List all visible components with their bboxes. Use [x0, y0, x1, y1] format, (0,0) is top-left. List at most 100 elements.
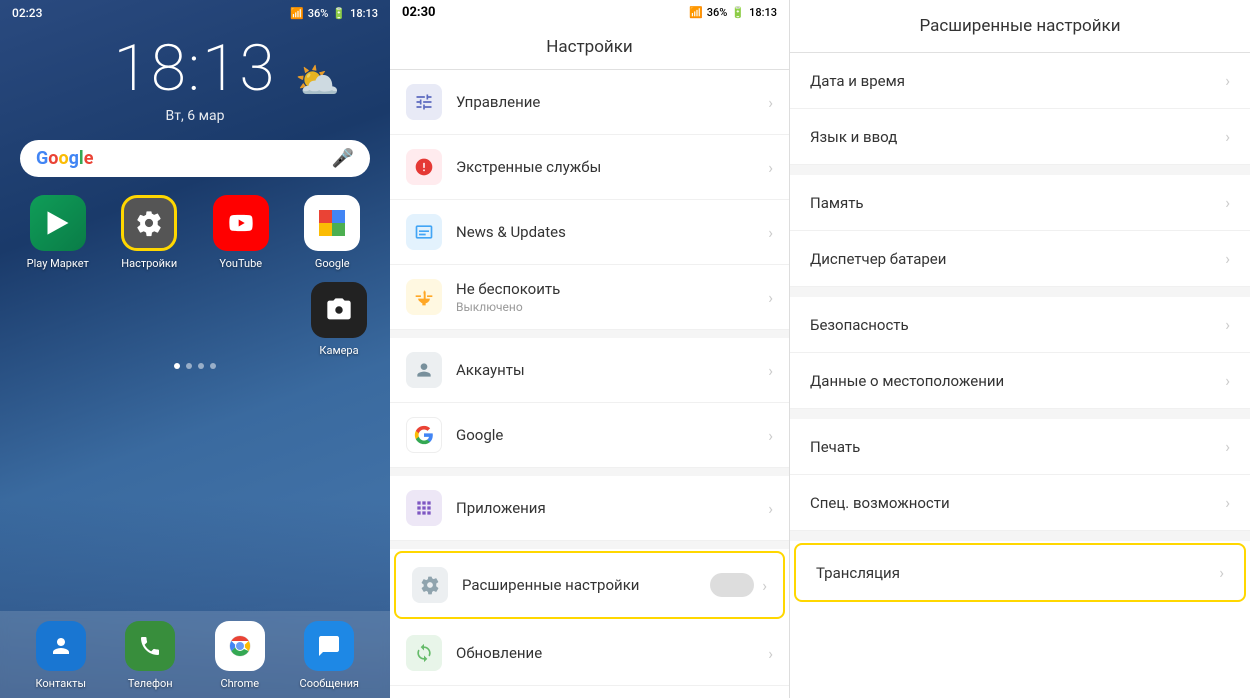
- settings-item-updates[interactable]: Обновление ›: [390, 621, 789, 686]
- updates-chevron: ›: [768, 644, 773, 663]
- dock-messages[interactable]: Сообщения: [285, 621, 375, 690]
- settings-item-dnd[interactable]: Не беспокоить Выключено ›: [390, 265, 789, 330]
- settings-item-accounts[interactable]: Аккаунты ›: [390, 338, 789, 403]
- accessibility-title: Спец. возможности: [810, 494, 950, 512]
- app-play-market[interactable]: Play Маркет: [16, 195, 100, 270]
- management-title: Управление: [456, 93, 768, 111]
- advanced-item-datetime[interactable]: Дата и время ›: [790, 53, 1250, 109]
- signal-icon: 📶: [290, 7, 304, 20]
- settings-signal-icon: 📶: [689, 6, 703, 19]
- google-search-bar[interactable]: Google 🎤: [20, 140, 370, 177]
- dock-chrome[interactable]: Chrome: [195, 621, 285, 690]
- updates-icon: [406, 635, 442, 671]
- dock-contacts[interactable]: Контакты: [16, 621, 106, 690]
- dot-3: [198, 363, 204, 369]
- weather-icon: ⛅: [295, 60, 340, 102]
- dot-4: [210, 363, 216, 369]
- accounts-title: Аккаунты: [456, 361, 768, 379]
- dnd-chevron: ›: [768, 288, 773, 307]
- accounts-content: Аккаунты: [456, 361, 768, 379]
- messages-label: Сообщения: [300, 677, 359, 690]
- adv-gap-2: [790, 287, 1250, 297]
- memory-title: Память: [810, 194, 864, 212]
- settings-item-apps[interactable]: Приложения ›: [390, 476, 789, 541]
- advanced-item-security[interactable]: Безопасность ›: [790, 297, 1250, 353]
- news-icon: [406, 214, 442, 250]
- settings-battery-icon: 🔋: [731, 6, 745, 19]
- accounts-icon: [406, 352, 442, 388]
- battery-chevron: ›: [1225, 249, 1230, 268]
- settings-status-icons: 📶 36% 🔋 18:13: [689, 6, 777, 19]
- home-clock: 18:13: [350, 7, 378, 20]
- advanced-item-memory[interactable]: Память ›: [790, 175, 1250, 231]
- home-screen: 02:23 📶 36% 🔋 18:13 18:13 Вт, 6 мар ⛅ Go…: [0, 0, 390, 698]
- apps-title: Приложения: [456, 499, 768, 517]
- home-time: 02:23: [12, 6, 42, 20]
- app-youtube[interactable]: YouTube: [199, 195, 283, 270]
- memory-chevron: ›: [1225, 193, 1230, 212]
- cast-title: Трансляция: [816, 564, 900, 582]
- settings-clock: 18:13: [749, 6, 777, 19]
- mic-icon[interactable]: 🎤: [332, 148, 354, 169]
- contacts-label: Контакты: [35, 677, 86, 690]
- advanced-chevron: ›: [762, 576, 767, 595]
- advanced-item-print[interactable]: Печать ›: [790, 419, 1250, 475]
- battery-icon: 🔋: [332, 7, 346, 20]
- advanced-item-cast[interactable]: Трансляция ›: [794, 543, 1246, 602]
- clock-date: Вт, 6 мар: [0, 108, 390, 124]
- settings-item-emergency[interactable]: Экстренные службы ›: [390, 135, 789, 200]
- youtube-label: YouTube: [219, 257, 262, 270]
- play-market-icon: [30, 195, 86, 251]
- settings-item-advanced[interactable]: Расширенные настройки ›: [394, 551, 785, 619]
- datetime-title: Дата и время: [810, 72, 905, 90]
- google-content: Google: [456, 426, 768, 444]
- settings-item-about[interactable]: О телефоне ›: [390, 686, 789, 698]
- advanced-item-location[interactable]: Данные о местоположении ›: [790, 353, 1250, 409]
- settings-time: 02:30: [402, 5, 436, 20]
- advanced-list: Дата и время › Язык и ввод › Память › Ди…: [790, 53, 1250, 698]
- settings-item-management[interactable]: Управление ›: [390, 70, 789, 135]
- emergency-title: Экстренные службы: [456, 158, 768, 176]
- advanced-item-accessibility[interactable]: Спец. возможности ›: [790, 475, 1250, 531]
- settings-item-news[interactable]: News & Updates ›: [390, 200, 789, 265]
- chrome-label: Chrome: [220, 677, 259, 690]
- google-maps-icon: [304, 195, 360, 251]
- security-title: Безопасность: [810, 316, 909, 334]
- updates-title: Обновление: [456, 644, 768, 662]
- chrome-icon: [215, 621, 265, 671]
- youtube-icon: [213, 195, 269, 251]
- app-google-maps[interactable]: Google: [291, 195, 375, 270]
- emergency-content: Экстренные службы: [456, 158, 768, 176]
- cast-chevron: ›: [1219, 563, 1224, 582]
- advanced-item-battery[interactable]: Диспетчер батареи ›: [790, 231, 1250, 287]
- settings-item-google[interactable]: Google ›: [390, 403, 789, 468]
- play-market-label: Play Маркет: [27, 257, 89, 270]
- management-content: Управление: [456, 93, 768, 111]
- adv-gap-1: [790, 165, 1250, 175]
- advanced-panel-header: Расширенные настройки: [790, 0, 1250, 53]
- app-camera[interactable]: Камера: [304, 282, 374, 357]
- advanced-toggle[interactable]: [710, 573, 754, 597]
- adv-gap-4: [790, 531, 1250, 541]
- bottom-dock: Контакты Телефон: [0, 611, 390, 698]
- advanced-content: Расширенные настройки: [462, 576, 710, 594]
- home-status-icons: 📶 36% 🔋 18:13: [290, 7, 378, 20]
- accounts-chevron: ›: [768, 361, 773, 380]
- settings-header: Настройки: [390, 25, 789, 70]
- app-settings[interactable]: Настройки: [108, 195, 192, 270]
- home-status-bar: 02:23 📶 36% 🔋 18:13: [0, 0, 390, 26]
- apps-chevron: ›: [768, 499, 773, 518]
- advanced-item-language[interactable]: Язык и ввод ›: [790, 109, 1250, 165]
- emergency-icon: [406, 149, 442, 185]
- settings-icon: [121, 195, 177, 251]
- camera-icon: [311, 282, 367, 338]
- management-icon: [406, 84, 442, 120]
- dock-phone[interactable]: Телефон: [106, 621, 196, 690]
- messages-icon: [304, 621, 354, 671]
- apps-icon: [406, 490, 442, 526]
- google-maps-label: Google: [315, 257, 350, 270]
- battery-title: Диспетчер батареи: [810, 250, 946, 268]
- dot-1: [174, 363, 180, 369]
- divider-2: [390, 468, 789, 476]
- adv-gap-3: [790, 409, 1250, 419]
